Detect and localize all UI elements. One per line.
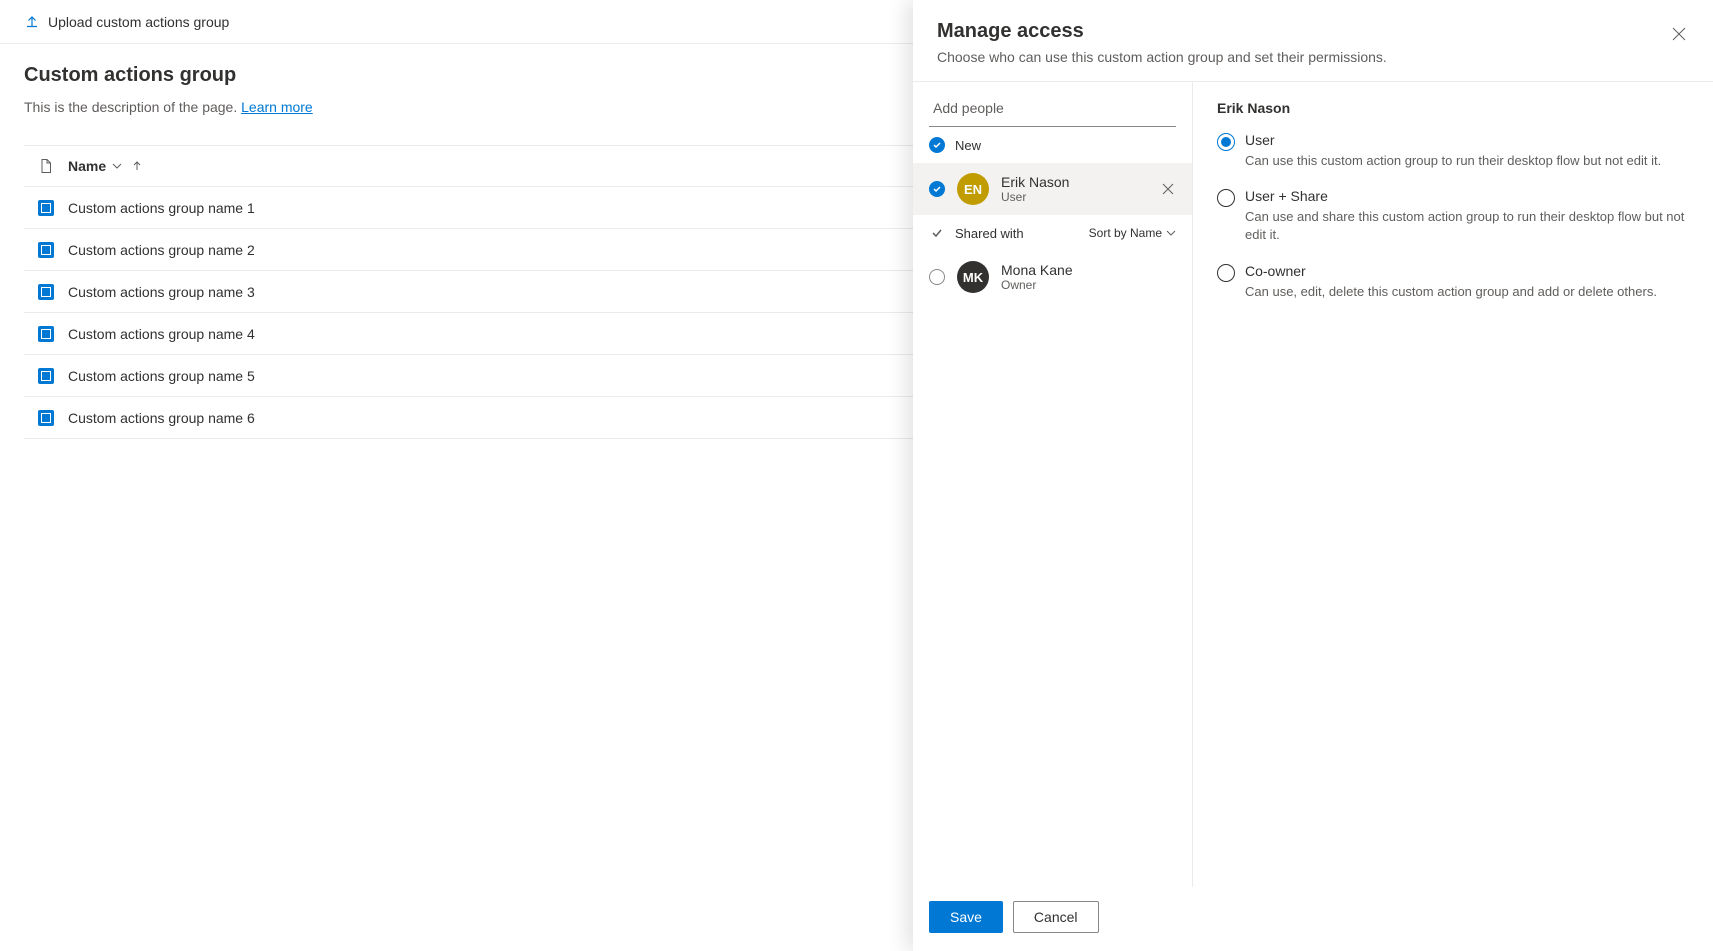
shared-people-list: MK Mona Kane Owner xyxy=(913,251,1192,303)
custom-action-icon xyxy=(38,242,54,258)
permission-description: Can use and share this custom action gro… xyxy=(1245,208,1689,244)
shared-with-section-header[interactable]: Shared with Sort by Name xyxy=(913,215,1192,251)
learn-more-link[interactable]: Learn more xyxy=(241,99,313,115)
chevron-down-icon xyxy=(112,161,122,171)
unselected-indicator-icon xyxy=(929,269,945,285)
cancel-button[interactable]: Cancel xyxy=(1013,901,1099,933)
permission-option-user[interactable]: User Can use this custom action group to… xyxy=(1217,132,1689,170)
row-name: Custom actions group name 3 xyxy=(68,284,255,300)
person-indicator xyxy=(929,181,945,197)
document-icon xyxy=(38,158,54,174)
permission-description: Can use this custom action group to run … xyxy=(1245,152,1661,170)
person-row[interactable]: MK Mona Kane Owner xyxy=(913,251,1192,303)
new-section-header[interactable]: New xyxy=(913,127,1192,163)
permission-label: Co-owner xyxy=(1245,263,1657,279)
close-icon xyxy=(1672,27,1686,41)
add-people-input[interactable] xyxy=(929,90,1176,127)
permission-description: Can use, edit, delete this custom action… xyxy=(1245,283,1657,301)
row-type-icon xyxy=(24,200,68,216)
panel-permissions-column: Erik Nason User Can use this custom acti… xyxy=(1193,82,1713,887)
permission-text: Co-owner Can use, edit, delete this cust… xyxy=(1245,263,1657,301)
column-name-label: Name xyxy=(68,158,106,174)
person-name: Mona Kane xyxy=(1001,262,1073,278)
panel-body: New EN Erik Nason User Shared with Sort … xyxy=(913,82,1713,887)
save-button[interactable]: Save xyxy=(929,901,1003,933)
upload-button[interactable]: Upload custom actions group xyxy=(20,8,233,36)
chevron-down-icon xyxy=(1166,228,1176,238)
sort-by-button[interactable]: Sort by Name xyxy=(1089,226,1176,240)
selected-indicator-icon xyxy=(929,181,945,197)
new-people-list: EN Erik Nason User xyxy=(913,163,1192,215)
row-type-icon xyxy=(24,410,68,426)
sort-by-label: Sort by Name xyxy=(1089,226,1162,240)
panel-title: Manage access xyxy=(937,20,1689,43)
permission-text: User + Share Can use and share this cust… xyxy=(1245,188,1689,244)
person-role: User xyxy=(1001,190,1069,204)
sort-ascending-icon xyxy=(132,161,142,171)
person-row[interactable]: EN Erik Nason User xyxy=(913,163,1192,215)
new-section-label: New xyxy=(955,138,981,153)
permission-option-usershare[interactable]: User + Share Can use and share this cust… xyxy=(1217,188,1689,244)
custom-action-icon xyxy=(38,410,54,426)
row-type-icon xyxy=(24,368,68,384)
permission-label: User xyxy=(1245,132,1661,148)
person-role: Owner xyxy=(1001,278,1073,292)
avatar: MK xyxy=(957,261,989,293)
custom-action-icon xyxy=(38,368,54,384)
panel-subtitle: Choose who can use this custom action gr… xyxy=(937,49,1689,65)
row-type-icon xyxy=(24,242,68,258)
remove-person-button[interactable] xyxy=(1156,177,1180,201)
permission-option-coowner[interactable]: Co-owner Can use, edit, delete this cust… xyxy=(1217,263,1689,301)
panel-footer: Save Cancel xyxy=(913,887,1713,951)
upload-icon xyxy=(24,14,40,30)
column-file-icon[interactable] xyxy=(24,158,68,174)
row-name: Custom actions group name 4 xyxy=(68,326,255,342)
new-section-toggle-icon xyxy=(929,137,945,153)
custom-action-icon xyxy=(38,200,54,216)
radio-icon xyxy=(1217,189,1235,207)
permission-text: User Can use this custom action group to… xyxy=(1245,132,1661,170)
row-type-icon xyxy=(24,284,68,300)
manage-access-panel: Manage access Choose who can use this cu… xyxy=(913,0,1713,951)
row-name: Custom actions group name 6 xyxy=(68,410,255,426)
custom-action-icon xyxy=(38,326,54,342)
permission-label: User + Share xyxy=(1245,188,1689,204)
person-text: Mona Kane Owner xyxy=(1001,262,1073,292)
row-name: Custom actions group name 2 xyxy=(68,242,255,258)
close-panel-button[interactable] xyxy=(1665,20,1693,48)
person-text: Erik Nason User xyxy=(1001,174,1069,204)
person-name: Erik Nason xyxy=(1001,174,1069,190)
close-icon xyxy=(1162,183,1174,195)
permissions-person-name: Erik Nason xyxy=(1217,100,1689,116)
upload-button-label: Upload custom actions group xyxy=(48,14,229,30)
custom-action-icon xyxy=(38,284,54,300)
person-indicator xyxy=(929,269,945,285)
page-description-text: This is the description of the page. xyxy=(24,99,237,115)
avatar: EN xyxy=(957,173,989,205)
row-name: Custom actions group name 5 xyxy=(68,368,255,384)
row-name: Custom actions group name 1 xyxy=(68,200,255,216)
panel-header: Manage access Choose who can use this cu… xyxy=(913,0,1713,82)
panel-people-column: New EN Erik Nason User Shared with Sort … xyxy=(913,82,1193,887)
permissions-options: User Can use this custom action group to… xyxy=(1217,132,1689,301)
shared-with-label: Shared with xyxy=(955,226,1024,241)
radio-icon xyxy=(1217,133,1235,151)
checkmark-icon xyxy=(929,225,945,241)
row-type-icon xyxy=(24,326,68,342)
radio-icon xyxy=(1217,264,1235,282)
